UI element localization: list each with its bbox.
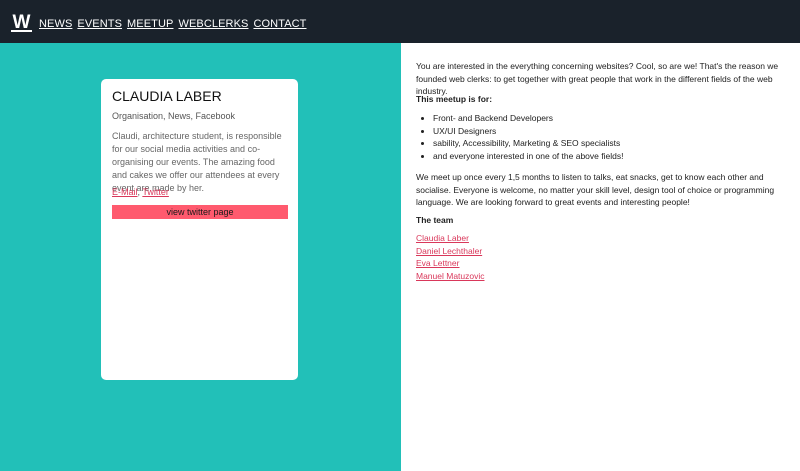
- list-item: UX/UI Designers: [433, 125, 623, 138]
- nav-news[interactable]: NEWS: [39, 18, 72, 31]
- profile-description: Claudi, architecture student, is respons…: [112, 131, 282, 193]
- list-item: sability, Accessibility, Marketing & SEO…: [433, 137, 623, 150]
- about-intro: You are interested in the everything con…: [416, 61, 779, 96]
- nav-meetup[interactable]: MEETUP: [127, 18, 173, 31]
- audience-list: Front- and Backend Developers UX/UI Desi…: [416, 112, 623, 162]
- list-item: Front- and Backend Developers: [433, 112, 623, 125]
- about-paragraph: We meet up once every 1,5 months to list…: [416, 172, 775, 207]
- team-heading: The team: [416, 215, 454, 225]
- nav-webclerks[interactable]: WEBCLERKS: [178, 18, 248, 31]
- top-navigation-bar: W NEWS EVENTS MEETUP WEBCLERKS CONTACT: [0, 0, 800, 43]
- webclerks-logo[interactable]: W: [11, 12, 32, 32]
- profile-links: E-Mail, Twitter: [112, 187, 169, 197]
- profile-card: CLAUDIA LABER Organisation, News, Facebo…: [101, 79, 298, 380]
- profile-roles: Organisation, News, Facebook: [112, 111, 236, 121]
- nav-contact[interactable]: CONTACT: [253, 18, 306, 31]
- team-member-link[interactable]: Claudia Laber: [416, 232, 485, 245]
- list-item: and everyone interested in one of the ab…: [433, 150, 623, 163]
- twitter-link[interactable]: Twitter: [142, 187, 169, 197]
- team-list: Claudia Laber Daniel Lechthaler Eva Lett…: [416, 232, 485, 282]
- view-twitter-button[interactable]: view twitter page: [112, 205, 288, 219]
- team-member-link[interactable]: Manuel Matuzovic: [416, 270, 485, 283]
- logo-letter: W: [13, 12, 31, 32]
- nav-events[interactable]: EVENTS: [77, 18, 122, 31]
- team-member-link[interactable]: Eva Lettner: [416, 257, 485, 270]
- profile-name: CLAUDIA LABER: [112, 88, 222, 104]
- main-nav: NEWS EVENTS MEETUP WEBCLERKS CONTACT: [39, 18, 307, 31]
- team-member-link[interactable]: Daniel Lechthaler: [416, 245, 485, 258]
- meetup-heading: This meetup is for:: [416, 94, 493, 104]
- email-link[interactable]: E-Mail: [112, 187, 138, 197]
